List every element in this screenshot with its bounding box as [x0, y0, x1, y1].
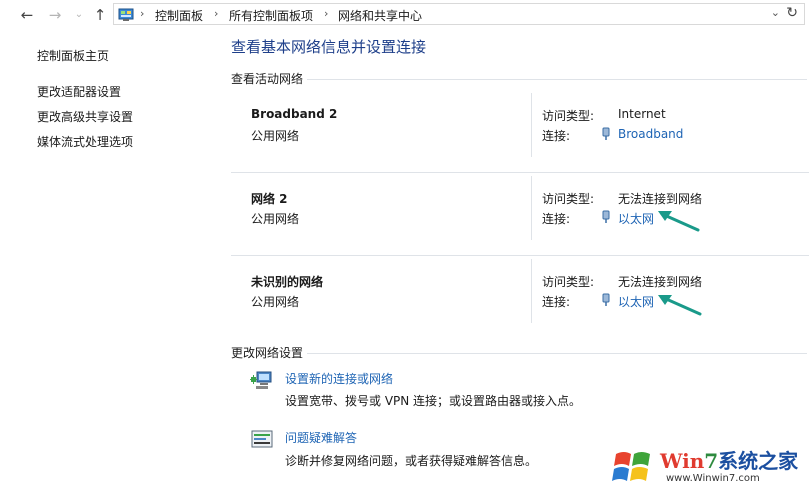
sidebar-item-adapter-settings[interactable]: 更改适配器设置: [37, 83, 121, 100]
column-divider: [531, 176, 532, 240]
setup-connection-link[interactable]: 设置新的连接或网络: [285, 370, 393, 387]
access-type-value: 无法连接到网络: [618, 192, 703, 206]
breadcrumb-all-items[interactable]: 所有控制面板项: [229, 7, 313, 24]
address-bar: ← → ⌄ ↑ › 控制面板 › 所有控制面板项 › 网络和共享中心 ⌄ ↻: [0, 0, 809, 30]
forward-arrow-icon[interactable]: →: [46, 6, 64, 24]
network-name: Broadband 2: [251, 107, 338, 121]
annotation-arrow-icon: [658, 295, 702, 316]
connection-link-ethernet[interactable]: 以太网: [618, 293, 654, 310]
sidebar-item-advanced-sharing[interactable]: 更改高级共享设置: [37, 108, 133, 125]
connection-label: 连接:: [542, 212, 571, 226]
watermark-url: www.Winwin7.com: [666, 473, 760, 484]
page-title: 查看基本网络信息并设置连接: [231, 38, 427, 56]
windows-logo-icon: [612, 452, 650, 481]
breadcrumb-network-center[interactable]: 网络和共享中心: [338, 7, 422, 24]
up-arrow-icon[interactable]: ↑: [91, 6, 109, 24]
network-name: 未识别的网络: [251, 275, 324, 289]
connection-label: 连接:: [542, 129, 571, 143]
watermark-brand-win: Win: [660, 449, 705, 473]
row-divider: [231, 255, 809, 256]
access-type-value: 无法连接到网络: [618, 275, 703, 289]
section-divider: [307, 79, 807, 80]
access-type-label: 访问类型:: [542, 192, 595, 206]
sidebar-item-control-panel-home[interactable]: 控制面板主页: [37, 47, 109, 64]
watermark-brand: Win7系统之家: [660, 445, 798, 474]
network-plug-icon: [602, 210, 610, 223]
column-divider: [531, 93, 532, 157]
connection-label: 连接:: [542, 295, 571, 309]
troubleshoot-icon: [251, 430, 273, 448]
network-category-link[interactable]: 公用网络: [251, 127, 299, 144]
setup-connection-description: 设置宽带、拨号或 VPN 连接；或设置路由器或接入点。: [285, 394, 582, 408]
connection-link-broadband[interactable]: Broadband: [618, 127, 683, 141]
watermark-brand-cn: 系统之家: [718, 449, 799, 473]
network-category-link[interactable]: 公用网络: [251, 293, 299, 310]
column-divider: [531, 259, 532, 323]
breadcrumb-separator-icon: ›: [324, 7, 329, 20]
connection-link-ethernet[interactable]: 以太网: [618, 210, 654, 227]
control-panel-icon: [118, 8, 134, 21]
network-category-link[interactable]: 公用网络: [251, 210, 299, 227]
watermark-brand-7: 7: [704, 449, 719, 473]
back-arrow-icon[interactable]: ←: [18, 6, 36, 24]
access-type-label: 访问类型:: [542, 275, 595, 289]
recent-chevron-down-icon[interactable]: ⌄: [70, 6, 88, 24]
refresh-icon[interactable]: ↻: [786, 5, 798, 21]
annotation-arrow-icon: [658, 211, 700, 232]
breadcrumb-separator-icon: ›: [214, 7, 219, 20]
breadcrumb-control-panel[interactable]: 控制面板: [155, 7, 203, 24]
troubleshoot-description: 诊断并修复网络问题，或者获得疑难解答信息。: [285, 454, 538, 468]
troubleshoot-link[interactable]: 问题疑难解答: [285, 429, 357, 446]
address-dropdown-chevron-icon[interactable]: ⌄: [771, 6, 780, 19]
breadcrumb-separator-icon: ›: [140, 7, 145, 20]
network-plug-icon: [602, 127, 610, 140]
new-connection-icon: [250, 371, 272, 389]
access-type-label: 访问类型:: [542, 109, 595, 123]
active-networks-heading: 查看活动网络: [231, 72, 304, 86]
access-type-value: Internet: [618, 107, 666, 121]
sidebar-item-media-streaming[interactable]: 媒体流式处理选项: [37, 133, 133, 150]
watermark: Win7系统之家 www.Winwin7.com: [610, 442, 806, 492]
network-plug-icon: [602, 293, 610, 306]
section-divider: [307, 353, 807, 354]
row-divider: [231, 172, 809, 173]
network-name: 网络 2: [251, 192, 288, 206]
change-settings-heading: 更改网络设置: [231, 346, 304, 360]
address-box[interactable]: › 控制面板 › 所有控制面板项 › 网络和共享中心 ⌄ ↻: [113, 3, 805, 25]
